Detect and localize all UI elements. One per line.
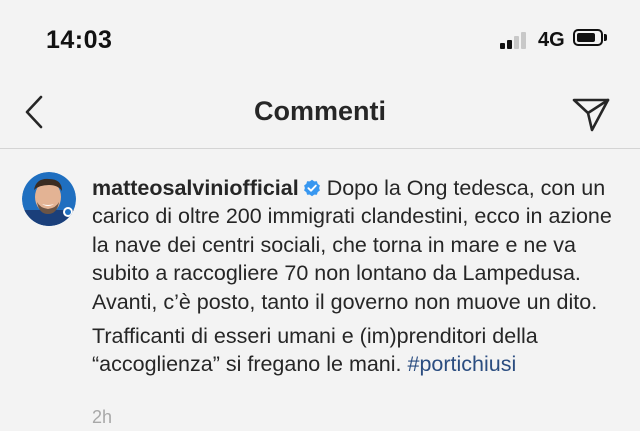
comments-header: Commenti xyxy=(0,78,640,149)
network-type-label: 4G xyxy=(538,29,565,51)
comment-timestamp: 2h xyxy=(92,407,113,427)
avatar[interactable] xyxy=(22,172,76,226)
caption-paragraph-1: matteosalviniofficial Dopo la Ong tedesca… xyxy=(92,174,632,316)
status-bar: 14:03 4G xyxy=(0,0,640,78)
hashtag-link[interactable]: #portichiusi xyxy=(408,352,517,376)
page-title: Commenti xyxy=(253,96,386,126)
paper-plane-icon[interactable] xyxy=(570,94,612,134)
battery-icon xyxy=(573,29,603,46)
battery-tip xyxy=(604,34,607,41)
caption-text: matteosalviniofficial Dopo la Ong tedesca… xyxy=(92,174,632,379)
verified-badge-icon xyxy=(303,176,321,197)
status-time: 14:03 xyxy=(46,26,113,54)
signal-strength-icon xyxy=(500,31,532,49)
username-link[interactable]: matteosalviniofficial xyxy=(92,176,299,200)
caption-paragraph-2: Trafficanti di esseri umani e (im)prendi… xyxy=(92,322,632,379)
